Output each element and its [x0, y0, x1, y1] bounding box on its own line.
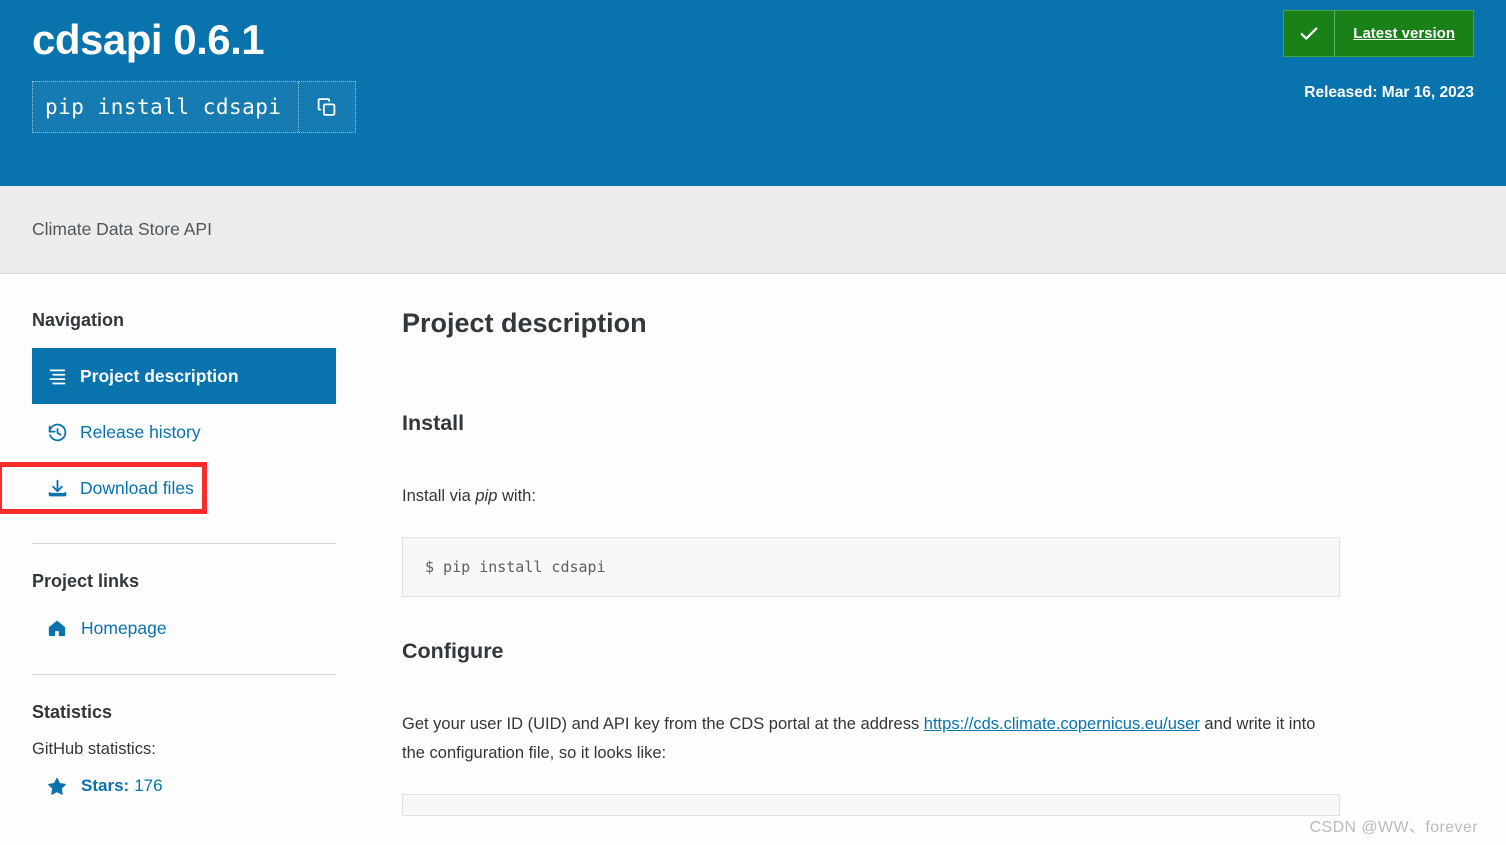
project-link-label: Homepage	[81, 617, 167, 638]
sidebar-item-label: Project description	[80, 365, 239, 386]
csdn-watermark: CSDN @WW、forever	[1309, 819, 1478, 836]
stat-value: 176	[134, 776, 163, 795]
sidebar-item-download-files[interactable]: Download files	[32, 460, 336, 516]
install-text-post: with:	[497, 487, 536, 505]
sidebar-item-label: Release history	[80, 421, 201, 442]
install-paragraph: Install via pip with:	[402, 482, 1340, 511]
project-summary-bar: Climate Data Store API	[0, 186, 1506, 274]
project-summary: Climate Data Store API	[32, 219, 212, 239]
statistics-heading: Statistics	[32, 702, 113, 722]
sidebar-item-label: Download files	[80, 477, 194, 498]
stat-stars[interactable]: Stars: 176	[32, 773, 336, 799]
project-banner: cdsapi 0.6.1 pip install cdsapi Latest v…	[0, 0, 1506, 186]
configure-code-block	[402, 793, 1340, 816]
pip-install-command: pip install cdsapi	[45, 95, 282, 120]
install-code-block: $ pip install cdsapi	[402, 536, 1340, 597]
project-links-heading: Project links	[32, 571, 140, 591]
stat-label: Stars:	[81, 776, 130, 795]
download-icon	[46, 477, 68, 499]
latest-version-link[interactable]: Latest version	[1335, 11, 1473, 56]
page-title: cdsapi 0.6.1	[32, 16, 265, 63]
configure-heading: Configure	[402, 638, 504, 663]
install-text-pre: Install via	[402, 487, 476, 505]
project-description-title: Project description	[402, 308, 647, 338]
configure-text-pre: Get your user ID (UID) and API key from …	[402, 714, 924, 733]
history-clock-icon	[46, 421, 68, 443]
navigation-heading: Navigation	[32, 310, 125, 330]
status-badge[interactable]: Latest version	[1283, 10, 1474, 57]
configure-paragraph: Get your user ID (UID) and API key from …	[402, 710, 1340, 768]
banner-meta: Latest version Released: Mar 16, 2023	[1283, 10, 1474, 102]
github-statistics-label: GitHub statistics:	[32, 740, 156, 758]
install-text-em: pip	[475, 487, 498, 505]
pip-install-widget[interactable]: pip install cdsapi	[32, 81, 356, 134]
sidebar-divider	[32, 543, 336, 544]
sidebar: Navigation Project description Release h…	[0, 274, 368, 799]
pypi-project-page: cdsapi 0.6.1 pip install cdsapi Latest v…	[0, 0, 1506, 845]
project-link-homepage[interactable]: Homepage	[32, 609, 336, 647]
home-icon	[46, 617, 68, 639]
copy-icon[interactable]	[297, 82, 355, 133]
check-icon	[1284, 11, 1336, 56]
sidebar-item-release-history[interactable]: Release history	[32, 404, 336, 460]
sidebar-item-project-description[interactable]: Project description	[32, 348, 336, 404]
content-area: Navigation Project description Release h…	[0, 274, 1506, 816]
sidebar-divider-2	[32, 674, 336, 675]
list-lines-icon	[46, 365, 68, 387]
star-icon	[46, 775, 68, 797]
released-date: Released: Mar 16, 2023	[1304, 84, 1474, 101]
main-content: Project description Install Install via …	[368, 274, 1506, 816]
cds-portal-link[interactable]: https://cds.climate.copernicus.eu/user	[924, 715, 1200, 733]
install-heading: Install	[402, 411, 465, 435]
